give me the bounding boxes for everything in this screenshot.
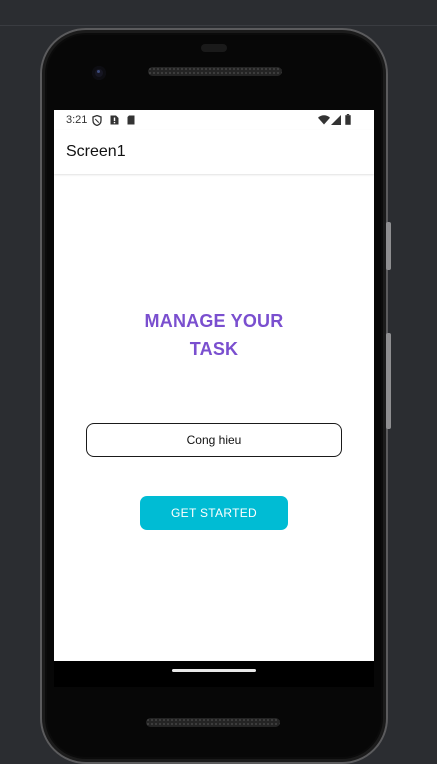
navigation-bar <box>54 661 374 687</box>
sim-alert-icon <box>110 115 119 128</box>
status-bar: 3:21 <box>54 110 374 130</box>
headline-line-2: TASK <box>189 339 239 359</box>
app-bar: Screen1 <box>54 130 374 174</box>
power-button[interactable] <box>386 222 391 270</box>
headline: MANAGE YOUR TASK <box>54 307 374 363</box>
shield-icon <box>92 114 102 129</box>
page-title: Screen1 <box>66 143 126 160</box>
battery-icon <box>345 114 351 128</box>
emulator-toolbar <box>0 0 437 26</box>
get-started-button[interactable]: GET STARTED <box>140 496 288 530</box>
top-speaker-grille <box>148 67 282 76</box>
status-time: 3:21 <box>66 114 88 126</box>
sd-card-icon <box>127 115 135 128</box>
home-gesture-handle[interactable] <box>172 669 256 672</box>
front-camera <box>92 66 106 80</box>
device-screen: 3:21 Screen1 MANAGE YOUR TASK Cong hieu … <box>54 110 374 661</box>
volume-rocker[interactable] <box>386 333 391 429</box>
cell-signal-icon <box>331 115 341 128</box>
bottom-speaker-grille <box>146 718 280 727</box>
wifi-icon <box>318 115 330 128</box>
earpiece <box>201 44 227 52</box>
headline-line-1: MANAGE YOUR <box>144 311 284 331</box>
name-input[interactable] <box>86 423 342 457</box>
